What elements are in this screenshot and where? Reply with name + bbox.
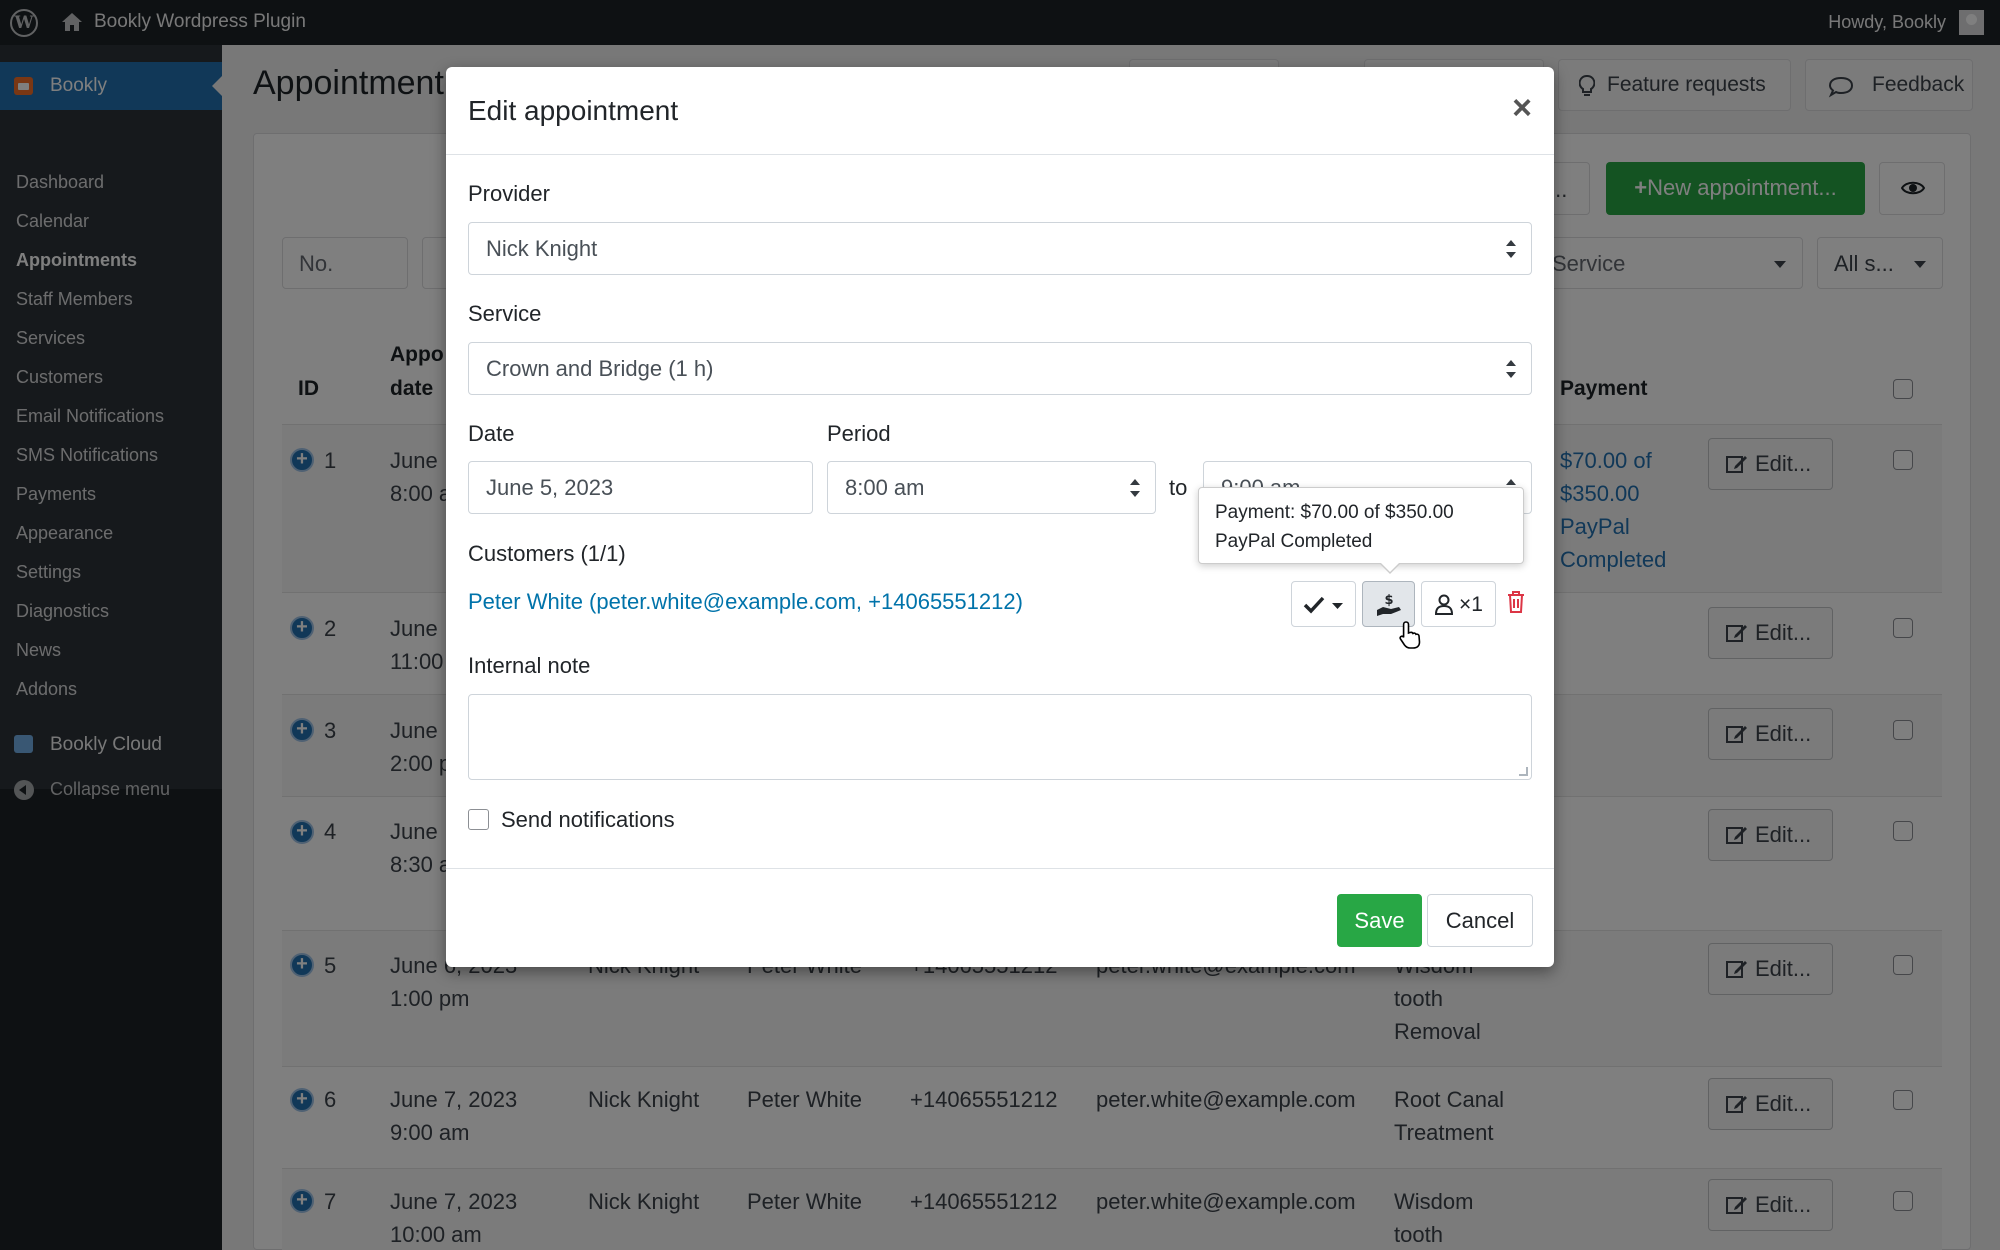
date-input[interactable]: June 5, 2023 [468, 461, 813, 514]
customer-link[interactable]: Peter White (peter.white@example.com, +1… [468, 589, 1023, 615]
seats-count: ×1 [1459, 593, 1483, 616]
number-of-persons-button[interactable]: ×1 [1421, 581, 1496, 627]
service-label: Service [468, 301, 542, 326]
modal-title: Edit appointment [468, 95, 679, 126]
resize-handle-icon[interactable] [1519, 767, 1528, 776]
payment-hand-icon: $ [1377, 593, 1401, 616]
select-arrows-icon [1506, 360, 1516, 378]
payment-tooltip: Payment: $70.00 of $350.00 PayPal Comple… [1198, 487, 1524, 574]
date-label: Date [468, 421, 515, 446]
period-label: Period [827, 421, 891, 446]
send-notifications-label[interactable]: Send notifications [501, 807, 675, 833]
internal-note-textarea[interactable] [468, 694, 1532, 780]
provider-select[interactable]: Nick Knight [468, 222, 1532, 275]
modal-footer-divider [446, 868, 1554, 869]
period-to-label: to [1169, 475, 1188, 500]
check-icon [1303, 596, 1343, 614]
customers-label: Customers (1/1) [468, 541, 626, 566]
date-value: June 5, 2023 [486, 475, 614, 500]
tooltip-arrow [1379, 562, 1401, 574]
modal-header: Edit appointment × [446, 67, 1554, 155]
service-select[interactable]: Crown and Bridge (1 h) [468, 342, 1532, 395]
select-arrows-icon [1506, 240, 1516, 258]
send-notifications-checkbox[interactable] [468, 809, 489, 830]
user-icon [1434, 594, 1454, 615]
period-start-select[interactable]: 8:00 am [827, 461, 1156, 514]
cancel-button[interactable]: Cancel [1427, 894, 1533, 947]
internal-note-label: Internal note [468, 653, 591, 678]
edit-appointment-modal: Edit appointment × Provider Nick Knight … [446, 67, 1554, 967]
close-icon[interactable]: × [1512, 91, 1532, 125]
payment-tooltip-text: Payment: $70.00 of $350.00 PayPal Comple… [1215, 502, 1454, 552]
trash-icon[interactable] [1506, 590, 1526, 614]
service-value: Crown and Bridge (1 h) [486, 356, 714, 381]
provider-value: Nick Knight [486, 236, 598, 261]
hand-pointer-cursor-icon [1399, 621, 1421, 649]
period-start-value: 8:00 am [845, 475, 925, 500]
select-arrows-icon [1130, 479, 1140, 497]
status-dropdown-button[interactable] [1291, 581, 1356, 627]
svg-text:$: $ [1384, 593, 1393, 608]
save-button[interactable]: Save [1337, 894, 1422, 947]
provider-label: Provider [468, 181, 550, 206]
